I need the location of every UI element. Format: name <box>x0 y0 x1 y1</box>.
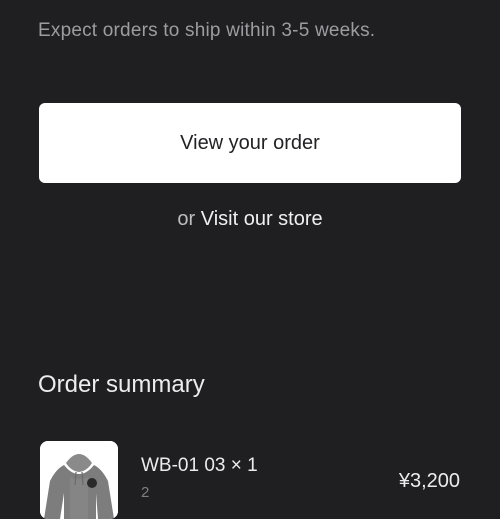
or-text: or <box>177 208 196 230</box>
product-thumbnail <box>40 441 118 519</box>
hoodie-image <box>40 441 118 519</box>
visit-store-link[interactable]: Visit our store <box>201 208 323 230</box>
shipping-note: Expect orders to ship within 3-5 weeks. <box>38 20 376 41</box>
item-variant: 2 <box>141 484 150 501</box>
order-summary-title: Order summary <box>38 371 205 398</box>
item-name: WB-01 03 × 1 <box>141 455 258 476</box>
view-order-button[interactable]: View your order <box>39 103 461 183</box>
item-price: ¥3,200 <box>398 470 460 492</box>
store-link-line: or Visit our store <box>0 208 500 231</box>
